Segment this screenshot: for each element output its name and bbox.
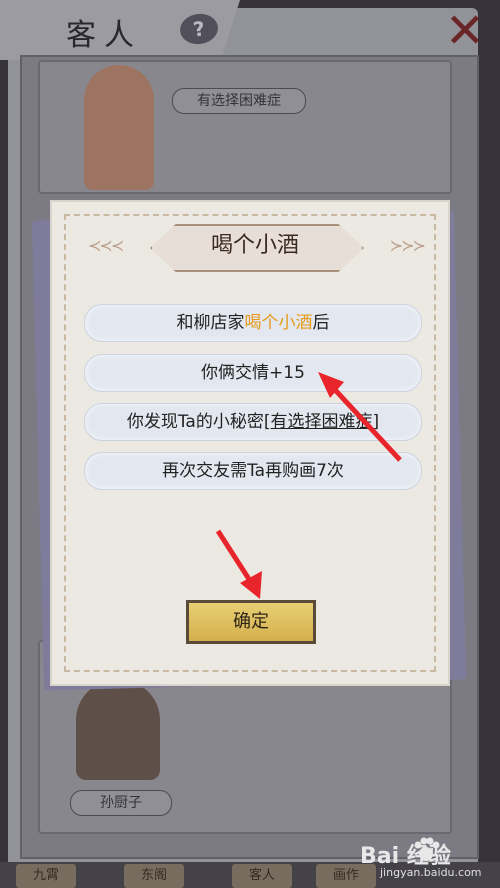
result-line-activity: 和柳店家喝个小酒后 [84,304,422,342]
arrow-annotation-icon [215,529,262,599]
watermark-url: jingyan.baidu.com [380,866,482,879]
activity-suffix: 后 [312,313,330,333]
activity-highlight: 喝个小酒 [244,313,313,333]
activity-prefix: 和柳店家 [176,313,245,333]
wheat-ornament-left-icon: ≺≺≺ [88,236,124,255]
dialog-title: 喝个小酒 [210,233,299,258]
wheat-ornament-right-icon: ≻≻≻ [389,236,426,255]
arrow-annotation-icon [318,372,402,462]
secret-prefix: 你发现Ta的小秘密 [126,412,264,432]
confirm-button[interactable]: 确定 [186,600,316,644]
